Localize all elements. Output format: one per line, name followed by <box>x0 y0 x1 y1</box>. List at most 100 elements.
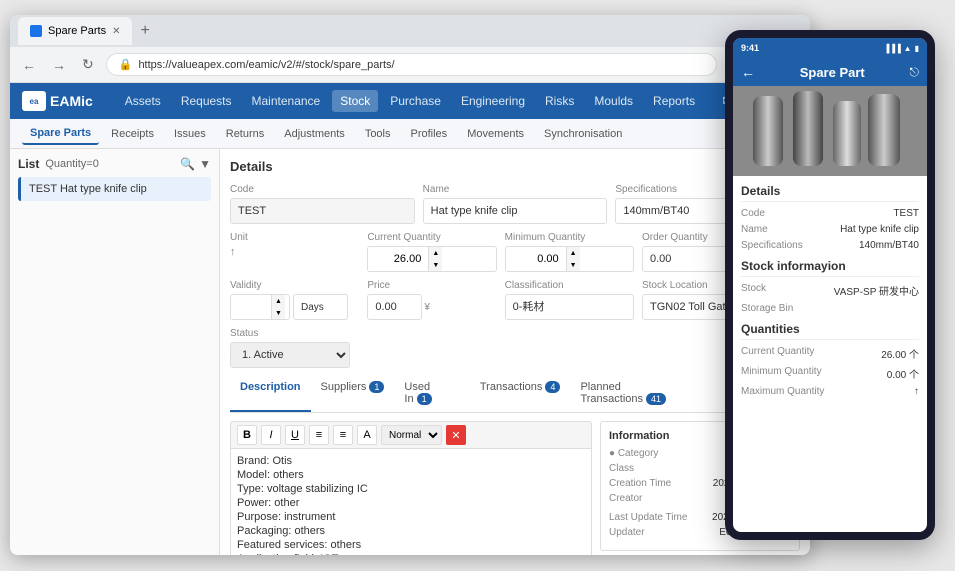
status-row: Status 1. Active <box>230 328 800 368</box>
sub-nav-movements[interactable]: Movements <box>459 124 532 144</box>
editor-line-6: Packaging: others <box>237 525 585 537</box>
nav-engineering[interactable]: Engineering <box>453 90 533 112</box>
sub-nav-issues[interactable]: Issues <box>166 124 214 144</box>
mobile-content: Details Code TEST Name Hat type knife cl… <box>733 176 927 540</box>
transactions-badge: 4 <box>545 381 560 393</box>
unit-group: Unit ↑ <box>230 232 359 272</box>
mobile-back-button[interactable]: ← <box>741 64 755 80</box>
current-qty-input[interactable] <box>368 247 428 271</box>
detail-tabs: Description Suppliers1 Used In1 Transact… <box>230 376 800 413</box>
mobile-specs-value: 140mm/BT40 <box>859 240 919 251</box>
back-button[interactable]: ← <box>18 55 40 75</box>
nav-requests[interactable]: Requests <box>173 90 240 112</box>
validity-label: Validity <box>230 280 359 291</box>
clear-format-button[interactable]: ✕ <box>446 425 466 445</box>
app-name: EAMic <box>50 93 93 109</box>
nav-moulds[interactable]: Moulds <box>586 90 641 112</box>
editor-content[interactable]: Brand: Otis Model: others Type: voltage … <box>230 448 592 555</box>
mobile-code-label: Code <box>741 208 765 219</box>
nav-stock[interactable]: Stock <box>332 90 378 112</box>
mobile-current-qty-label: Current Quantity <box>741 346 814 361</box>
app-container: ea EAMic Assets Requests Maintenance Sto… <box>10 83 810 555</box>
tab-suppliers[interactable]: Suppliers1 <box>311 376 395 412</box>
new-tab-button[interactable]: + <box>136 22 153 40</box>
nav-purchase[interactable]: Purchase <box>382 90 449 112</box>
list-title: List <box>18 157 39 171</box>
mobile-stock-value: VASP-SP 研发中心 <box>834 283 919 298</box>
nav-maintenance[interactable]: Maintenance <box>244 90 329 112</box>
editor-line-7: Featured services: others <box>237 539 585 551</box>
validity-unit-select[interactable]: Days <box>293 294 348 320</box>
browser-toolbar: ← → ↻ 🔒 https://valueapex.com/eamic/v2/#… <box>10 47 810 83</box>
nav-reports[interactable]: Reports <box>645 90 703 112</box>
editor-line-8: Application field: IOT <box>237 553 585 555</box>
tab-close-button[interactable]: ✕ <box>112 26 120 37</box>
bold-button[interactable]: B <box>237 425 257 445</box>
nav-assets[interactable]: Assets <box>117 90 169 112</box>
sub-nav-adjustments[interactable]: Adjustments <box>276 124 353 144</box>
mobile-time: 9:41 <box>741 43 759 53</box>
tab-planned-transactions[interactable]: Planned Transactions41 <box>570 376 718 412</box>
mobile-name-value: Hat type knife clip <box>840 224 919 235</box>
tab-used-in[interactable]: Used In1 <box>394 376 469 412</box>
search-button[interactable]: 🔍 <box>180 157 195 171</box>
status-select[interactable]: 1. Active <box>230 342 350 368</box>
mobile-header: ← Spare Part ⎋ <box>733 58 927 86</box>
filter-button[interactable]: ▼ <box>199 157 211 171</box>
logo-text: ea <box>30 97 39 106</box>
editor-area: B I U ≡ ≡ A Normal ✕ Brand: Ot <box>230 421 800 555</box>
forward-button[interactable]: → <box>48 55 70 75</box>
sub-nav-synchronisation[interactable]: Synchronisation <box>536 124 630 144</box>
mobile-share-icon[interactable]: ⎋ <box>909 65 919 80</box>
ordered-list-button[interactable]: ≡ <box>333 425 353 445</box>
tab-description[interactable]: Description <box>230 376 311 412</box>
planned-badge: 41 <box>646 393 666 405</box>
mobile-status-bar: 9:41 ▐▐▐ ▲ ▮ <box>733 38 927 58</box>
validity-down[interactable]: ▼ <box>272 307 285 319</box>
class-label: Class <box>609 463 634 474</box>
min-qty-down[interactable]: ▼ <box>567 259 580 271</box>
list-item[interactable]: TEST Hat type knife clip <box>18 177 211 201</box>
sub-nav-tools[interactable]: Tools <box>357 124 399 144</box>
validity-input-wrapper: ▲ ▼ <box>230 294 290 320</box>
browser-tab[interactable]: Spare Parts ✕ <box>18 17 132 45</box>
validity-input[interactable] <box>231 295 271 319</box>
sub-nav-profiles[interactable]: Profiles <box>403 124 456 144</box>
current-qty-down[interactable]: ▼ <box>429 259 442 271</box>
nav-risks[interactable]: Risks <box>537 90 582 112</box>
classification-select[interactable]: 0-耗材 <box>505 294 634 320</box>
min-qty-input[interactable] <box>506 247 566 271</box>
align-button[interactable]: A <box>357 425 377 445</box>
validity-arrows: ▲ ▼ <box>271 295 285 319</box>
current-qty-up[interactable]: ▲ <box>429 247 442 259</box>
used-in-badge: 1 <box>417 393 432 405</box>
font-size-select[interactable]: Normal <box>381 425 442 445</box>
mobile-image <box>733 86 927 176</box>
price-group: Price ¥ <box>367 280 496 320</box>
list-header: List Quantity=0 🔍 ▼ <box>18 157 211 171</box>
mobile-code-row: Code TEST <box>741 208 919 219</box>
underline-button[interactable]: U <box>285 425 305 445</box>
sub-nav-spare-parts[interactable]: Spare Parts <box>22 123 99 145</box>
price-input[interactable] <box>367 294 422 320</box>
reload-button[interactable]: ↻ <box>78 54 98 75</box>
sub-nav: Spare Parts Receipts Issues Returns Adju… <box>10 119 810 149</box>
sub-nav-returns[interactable]: Returns <box>218 124 273 144</box>
validity-up[interactable]: ▲ <box>272 295 285 307</box>
list-button[interactable]: ≡ <box>309 425 329 445</box>
mobile-specs-row: Specifications 140mm/BT40 <box>741 240 919 251</box>
name-input[interactable] <box>423 198 608 224</box>
mobile-page-title: Spare Part <box>800 65 865 80</box>
tab-transactions[interactable]: Transactions4 <box>470 376 571 412</box>
min-qty-group: Minimum Quantity ▲ ▼ <box>505 232 634 272</box>
min-qty-up[interactable]: ▲ <box>567 247 580 259</box>
currency-icon: ¥ <box>424 302 430 313</box>
classification-label: Classification <box>505 280 634 291</box>
address-bar[interactable]: 🔒 https://valueapex.com/eamic/v2/#/stock… <box>106 53 717 76</box>
code-input[interactable] <box>230 198 415 224</box>
wifi-icon: ▲ <box>904 44 912 53</box>
details-panel: Details Code Name Specifications <box>220 149 810 555</box>
italic-button[interactable]: I <box>261 425 281 445</box>
unit-label: Unit <box>230 232 359 243</box>
sub-nav-receipts[interactable]: Receipts <box>103 124 162 144</box>
